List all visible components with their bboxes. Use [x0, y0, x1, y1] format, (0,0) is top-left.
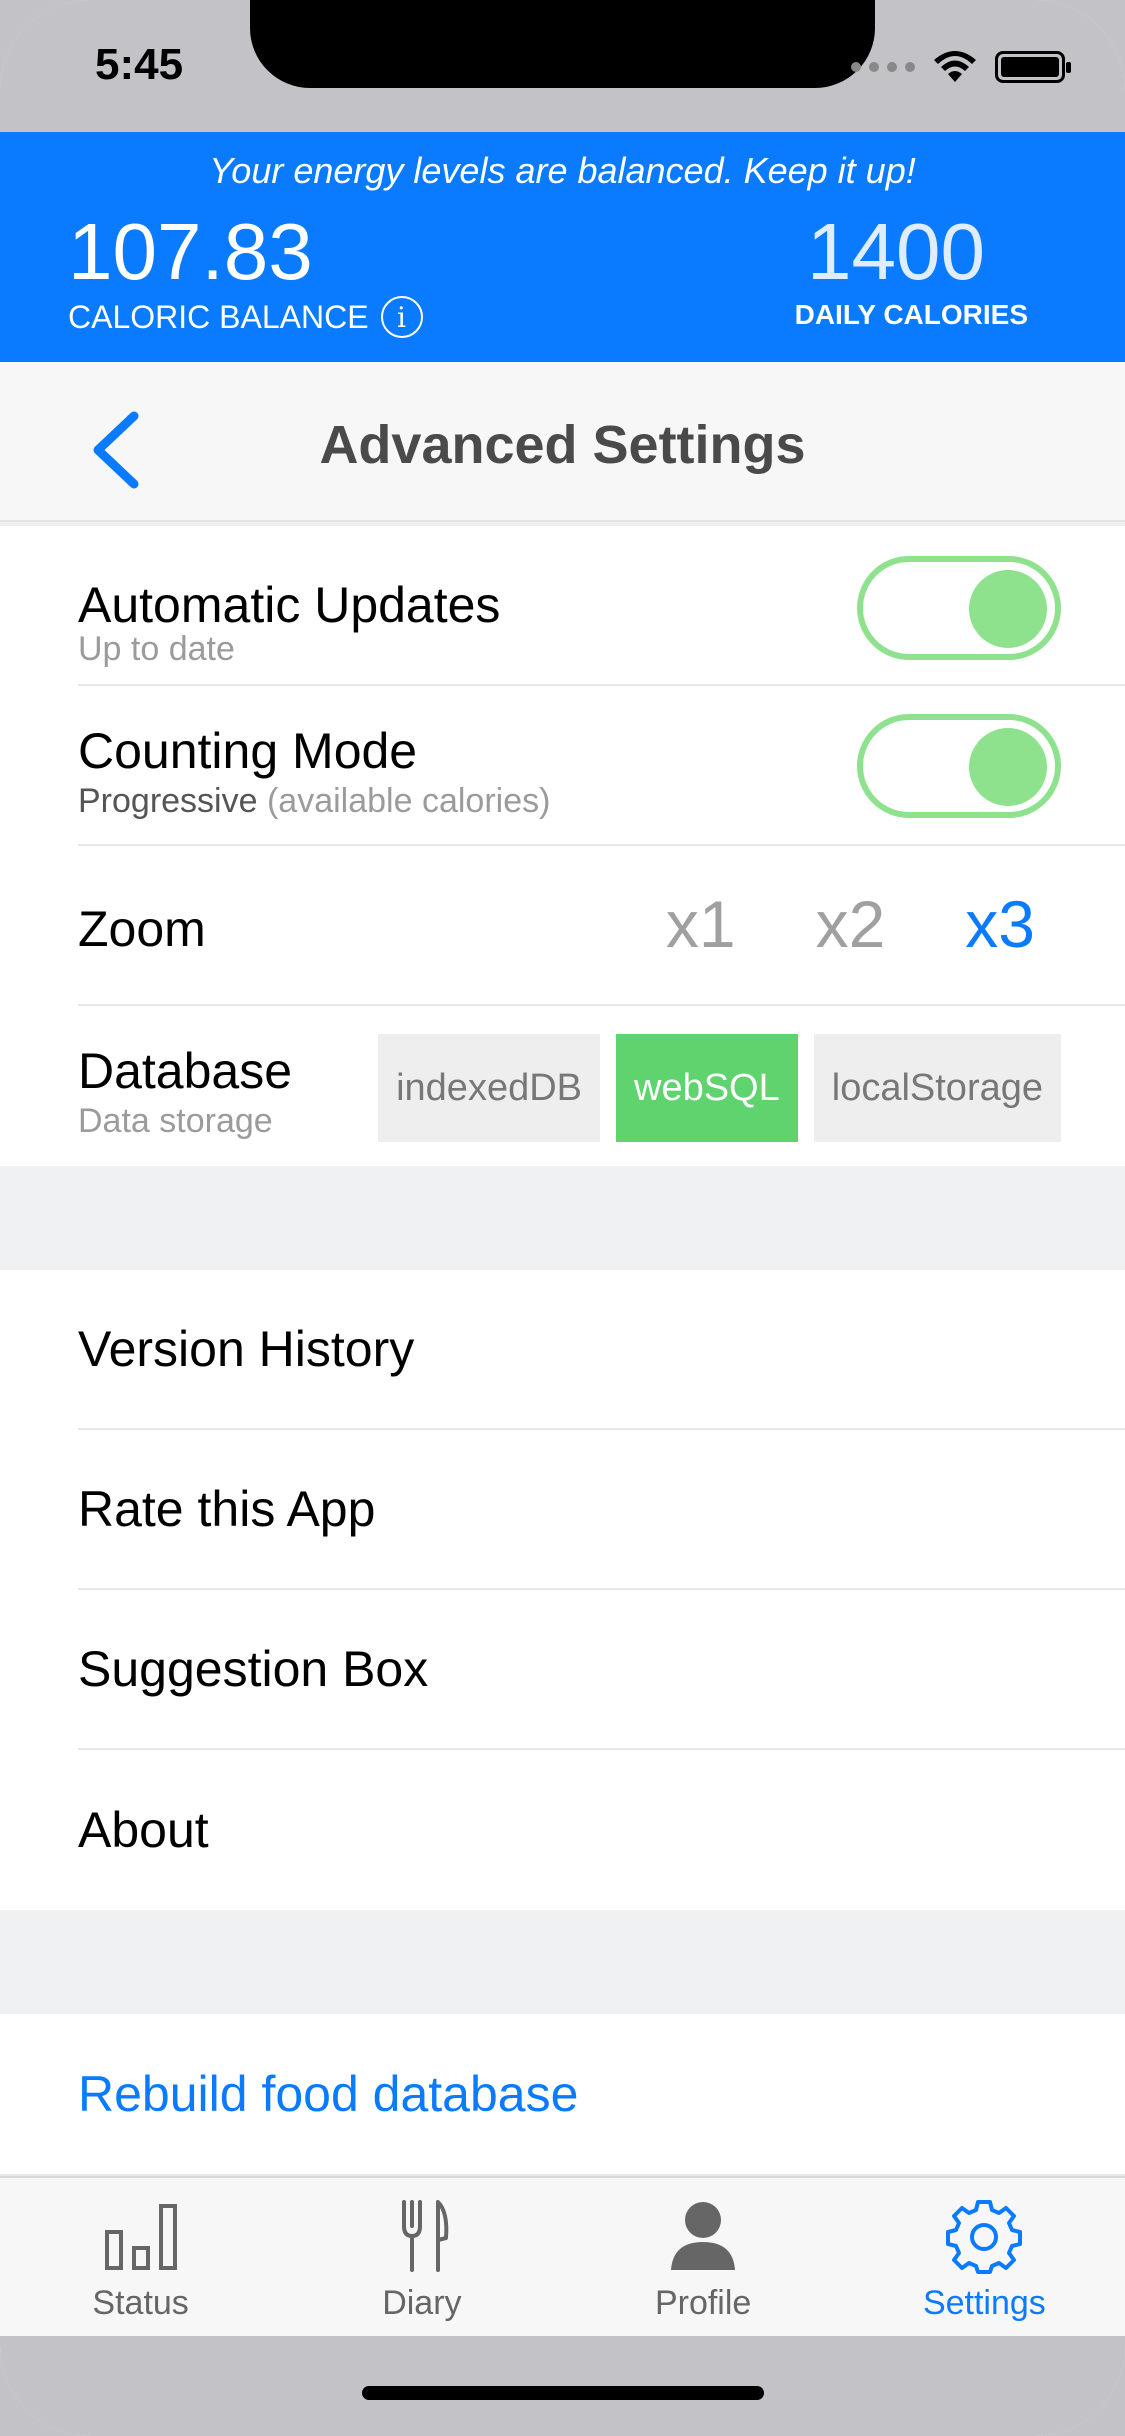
auto-updates-toggle[interactable]	[857, 556, 1061, 660]
banner-message: Your energy levels are balanced. Keep it…	[209, 150, 916, 191]
person-icon	[671, 2202, 736, 2270]
section-spacer	[0, 1910, 1125, 2014]
zoom-option-x2[interactable]: x2	[816, 886, 886, 962]
page-title: Advanced Settings	[319, 415, 806, 475]
db-option-localstorage[interactable]: localStorage	[813, 1034, 1061, 1142]
daily-calories-value: 1400	[807, 207, 985, 296]
notch	[250, 0, 875, 88]
status-time: 5:45	[95, 40, 184, 89]
advanced-settings-group: Automatic Updates Up to date Counting Mo…	[0, 526, 1125, 1166]
db-option-websql[interactable]: webSQL	[616, 1034, 798, 1142]
auto-updates-row: Automatic Updates Up to date	[78, 526, 1125, 686]
counting-mode-title: Counting Mode	[78, 723, 418, 779]
database-title: Database	[78, 1043, 293, 1099]
zoom-title: Zoom	[78, 901, 206, 957]
status-icons	[851, 50, 1071, 84]
db-option-indexeddb[interactable]: indexedDB	[378, 1034, 600, 1142]
tab-diary-label: Diary	[382, 2284, 462, 2322]
rate-app-row[interactable]: Rate this App	[78, 1430, 1125, 1590]
tab-profile-label: Profile	[654, 2284, 752, 2322]
tab-profile[interactable]: Profile	[563, 2178, 844, 2336]
zoom-row: Zoom x1 x2 x3	[78, 846, 1125, 1006]
battery-icon	[995, 51, 1071, 83]
tab-diary[interactable]: Diary	[281, 2178, 562, 2336]
section-spacer	[0, 1166, 1125, 1270]
actions-group: Rebuild food database	[0, 2014, 1125, 2176]
suggestion-box-row[interactable]: Suggestion Box	[78, 1590, 1125, 1750]
counting-mode-row: Counting Mode Progressive (available cal…	[78, 686, 1125, 846]
database-options: indexedDB webSQL localStorage	[378, 1034, 1061, 1142]
suggestion-box-label: Suggestion Box	[78, 1641, 429, 1697]
info-links-group: Version History Rate this App Suggestion…	[0, 1270, 1125, 1910]
toggle-knob	[969, 728, 1047, 806]
tab-status-label: Status	[92, 2284, 189, 2322]
toggle-knob	[969, 570, 1047, 648]
wifi-icon	[934, 51, 976, 82]
rebuild-database-row[interactable]: Rebuild food database	[78, 2014, 1125, 2174]
version-history-label: Version History	[78, 1321, 415, 1377]
about-row[interactable]: About	[78, 1750, 1125, 1910]
counting-mode-note: (available calories)	[266, 782, 551, 820]
info-icon[interactable]: i	[380, 296, 423, 338]
home-indicator[interactable]	[362, 2386, 764, 2400]
version-history-row[interactable]: Version History	[78, 1270, 1125, 1430]
rate-app-label: Rate this App	[78, 1481, 376, 1537]
database-subtitle: Data storage	[78, 1102, 273, 1140]
phone-screen: 5:45 Your energy levels are balanced. Ke…	[0, 0, 1125, 2436]
nav-header: Advanced Settings	[0, 362, 1125, 522]
counting-mode-toggle[interactable]	[857, 714, 1061, 818]
zoom-options: x1 x2 x3	[666, 886, 1035, 962]
caloric-balance-label: CALORIC BALANCE	[68, 298, 369, 335]
zoom-option-x1[interactable]: x1	[666, 886, 736, 962]
cellular-signal-icon	[851, 62, 915, 72]
caloric-balance-label-row: CALORIC BALANCE i	[68, 296, 423, 338]
database-row: Database Data storage indexedDB webSQL l…	[78, 1006, 1125, 1166]
gear-icon	[946, 2200, 1023, 2274]
zoom-option-x3[interactable]: x3	[965, 886, 1035, 962]
caloric-balance-value: 107.83	[68, 207, 313, 296]
counting-mode-subtitle: Progressive (available calories)	[78, 782, 550, 821]
auto-updates-title: Automatic Updates	[78, 577, 501, 633]
auto-updates-subtitle: Up to date	[78, 630, 235, 668]
settings-content: Automatic Updates Up to date Counting Mo…	[0, 526, 1125, 2176]
home-indicator-area	[0, 2336, 1125, 2436]
tab-settings[interactable]: Settings	[844, 2178, 1125, 2336]
fork-knife-icon	[401, 2200, 449, 2272]
tab-bar: Status Diary Profile Settings	[0, 2176, 1125, 2336]
bar-chart-icon	[104, 2204, 177, 2270]
rebuild-database-button[interactable]: Rebuild food database	[78, 2065, 578, 2123]
calorie-banner: Your energy levels are balanced. Keep it…	[0, 132, 1125, 362]
about-label: About	[78, 1802, 209, 1858]
tab-settings-label: Settings	[922, 2284, 1046, 2322]
counting-mode-value: Progressive	[78, 782, 258, 820]
tab-status[interactable]: Status	[0, 2178, 281, 2336]
daily-calories-label: DAILY CALORIES	[794, 299, 1028, 330]
status-bar: 5:45	[0, 0, 1125, 132]
